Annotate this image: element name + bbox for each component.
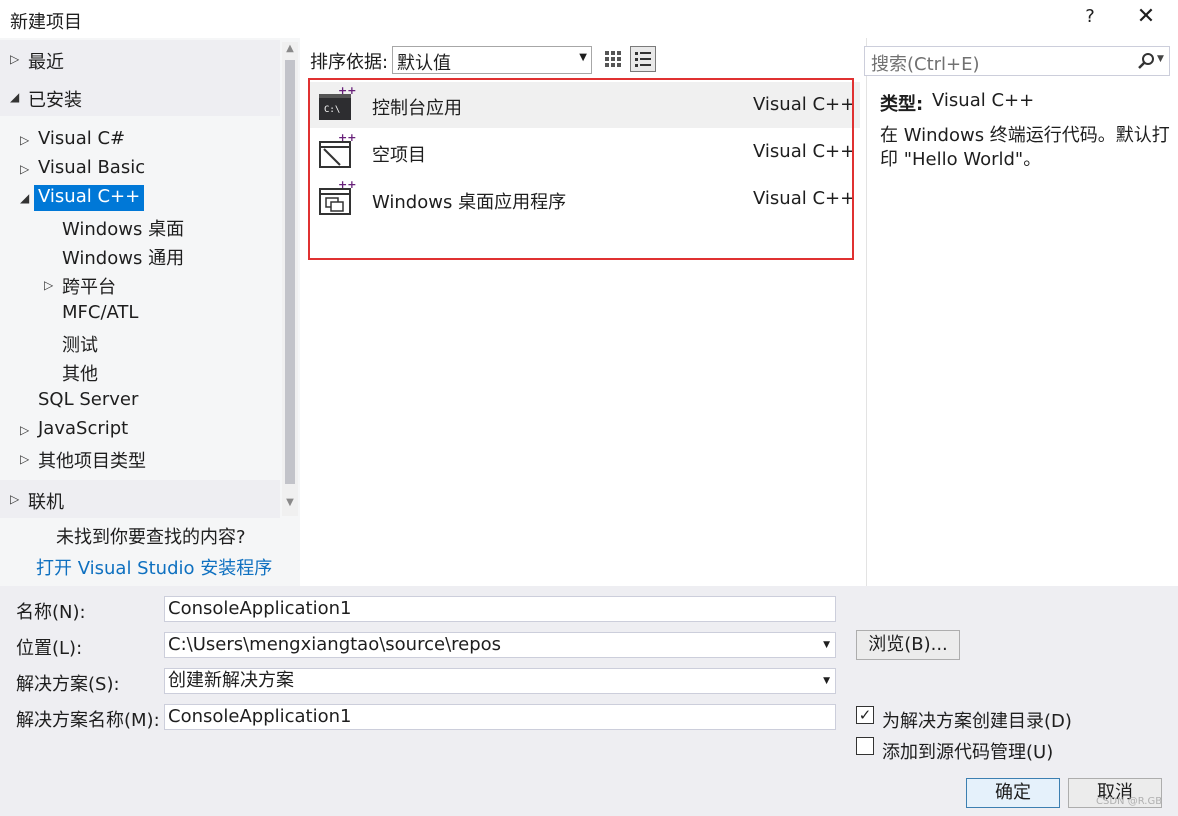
sort-label: 排序依据: [310,52,389,73]
solution-value: 创建新解决方案 [168,670,294,691]
location-value: C:\Users\mengxiangtao\source\repos [168,634,502,655]
recent-header[interactable]: ▷ 最近 [0,40,280,78]
open-installer-link[interactable]: 打开 Visual Studio 安装程序 [36,554,272,580]
tree-item-visual-cpp[interactable]: Visual C++ [34,185,145,211]
tree-item-cross-platform[interactable]: 跨平台 [62,273,116,299]
recent-label: 最近 [28,52,64,73]
scroll-down-icon[interactable]: ▼ [283,497,297,508]
name-label: 名称(N): [16,602,86,623]
expand-arrow-icon[interactable]: ▷ [20,452,29,466]
dropdown-arrow-icon[interactable]: ▼ [823,669,830,693]
tree-item-windows-desktop[interactable]: Windows 桌面 [62,215,184,241]
expand-arrow-icon[interactable]: ▷ [20,133,29,147]
sort-dropdown[interactable]: 默认值 ▼ [392,46,592,74]
add-source-control-checkbox[interactable] [856,737,874,755]
list-view-icon[interactable] [630,46,656,72]
title-bar: 新建项目 ? ✕ [0,0,1178,38]
expand-arrow-icon[interactable]: ▷ [20,423,29,437]
tree-item-sql-server[interactable]: SQL Server [38,389,138,410]
details-pane [866,38,1178,586]
collapse-arrow-icon: ◢ [10,90,20,104]
ok-button[interactable]: 确定 [966,778,1060,808]
tree-item-other[interactable]: 其他 [62,360,98,386]
browse-button[interactable]: 浏览(B)... [856,630,960,660]
window-title: 新建项目 [10,12,82,33]
tree-item-test[interactable]: 测试 [62,331,98,357]
online-label: 联机 [28,492,64,513]
online-header[interactable]: ▷ 联机 [0,480,280,518]
expand-arrow-icon[interactable]: ▷ [44,278,53,292]
solution-combobox[interactable]: 创建新解决方案 ▼ [164,668,836,694]
solution-name-input[interactable]: ConsoleApplication1 [164,704,836,730]
collapse-arrow-icon[interactable]: ◢ [20,191,29,205]
type-label: 类型: [880,94,924,115]
tree-item-javascript[interactable]: JavaScript [38,418,128,439]
type-value: Visual C++ [932,90,1035,111]
expand-arrow-icon[interactable]: ▷ [20,162,29,176]
expand-arrow-icon: ▷ [10,52,20,66]
add-source-control-label: 添加到源代码管理(U) [882,742,1054,763]
sort-dropdown-value: 默认值 [397,53,451,74]
solution-name-label: 解决方案名称(M): [16,710,160,731]
search-placeholder: 搜索(Ctrl+E) [871,54,980,75]
tree-item-visual-csharp[interactable]: Visual C# [38,128,125,149]
tree-item-mfc-atl[interactable]: MFC/ATL [62,302,138,323]
location-label: 位置(L): [16,638,83,659]
scroll-up-icon[interactable]: ▲ [283,43,297,54]
search-icon[interactable] [1137,52,1155,70]
chevron-down-icon[interactable]: ▼ [1157,54,1164,64]
highlight-annotation-box [308,78,854,260]
dropdown-arrow-icon[interactable]: ▼ [823,633,830,657]
scroll-thumb[interactable] [285,60,295,484]
not-found-text: 未找到你要查找的内容? [56,527,246,548]
installed-header[interactable]: ◢ 已安装 [0,78,280,116]
tree-item-other-project-types[interactable]: 其他项目类型 [38,447,146,473]
template-description: 在 Windows 终端运行代码。默认打印 "Hello World"。 [880,125,1170,170]
tree-item-visual-basic[interactable]: Visual Basic [38,157,145,178]
category-pane: ▷ 最近 ◢ 已安装 ▷ Visual C# ▷ Visual Basic ◢ … [0,38,300,586]
installed-label: 已安装 [28,90,82,111]
grid-view-icon[interactable] [600,46,626,72]
location-combobox[interactable]: C:\Users\mengxiangtao\source\repos ▼ [164,632,836,658]
close-button[interactable]: ✕ [1132,4,1160,32]
solution-label: 解决方案(S): [16,674,120,695]
help-button[interactable]: ? [1078,6,1102,32]
tree-item-windows-universal[interactable]: Windows 通用 [62,244,184,270]
create-directory-label: 为解决方案创建目录(D) [882,711,1072,732]
create-directory-checkbox[interactable]: ✓ [856,706,874,724]
search-input[interactable]: 搜索(Ctrl+E) ▼ [864,46,1170,76]
dropdown-arrow-icon: ▼ [579,52,587,63]
project-name-input[interactable]: ConsoleApplication1 [164,596,836,622]
expand-arrow-icon: ▷ [10,492,20,506]
watermark-text: CSDN @R.GB [1096,796,1163,807]
